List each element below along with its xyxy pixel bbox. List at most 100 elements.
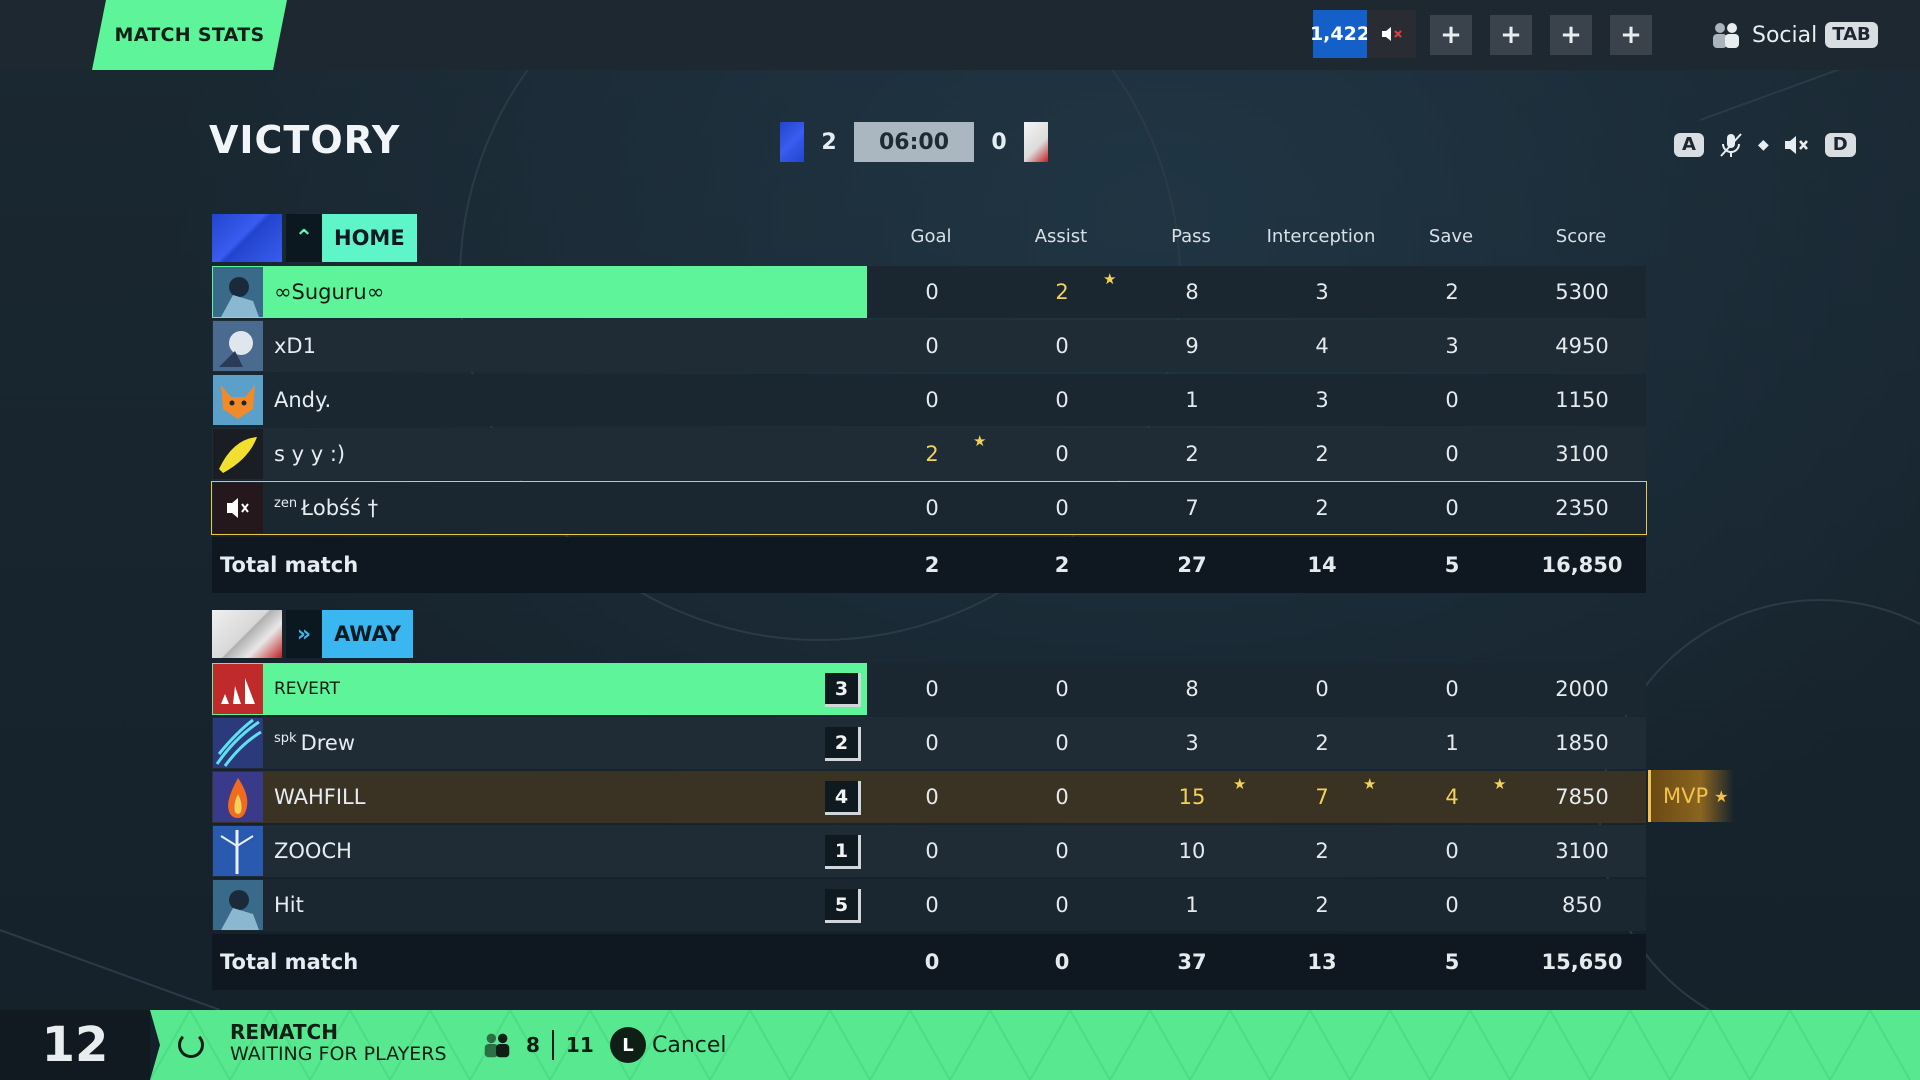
- stat-goal: 0: [925, 839, 939, 863]
- home-team-header: ⌃ HOME: [212, 214, 417, 262]
- match-result-title: VICTORY: [209, 118, 401, 162]
- star-icon: ★: [973, 432, 987, 450]
- avatar: [213, 375, 263, 425]
- player-name-cell: WAHFILL 4: [212, 771, 867, 823]
- stat-goal: 0: [925, 731, 939, 755]
- stat-pass: 7: [1185, 496, 1199, 520]
- mute-icon[interactable]: [1367, 10, 1416, 58]
- player-name-text: Łobśś †: [301, 496, 379, 520]
- players-icon: [484, 1033, 510, 1058]
- social-key-hint: TAB: [1825, 22, 1878, 48]
- total-pass: 37: [1177, 950, 1207, 974]
- table-row[interactable]: s y y :) 2 ★ 0 2 2 0 3100: [212, 428, 1646, 480]
- stat-pass: 10: [1178, 839, 1206, 863]
- total-save: 5: [1444, 950, 1460, 974]
- stat-save: 0: [1445, 839, 1459, 863]
- player-name-cell: Hit 5: [212, 879, 867, 931]
- stat-interception: 2: [1315, 496, 1329, 520]
- total-score: 15,650: [1541, 950, 1623, 974]
- column-header-pass: Pass: [1171, 226, 1211, 247]
- table-row[interactable]: zen Łobśś † 0 0 7 2 0 2350: [211, 481, 1647, 535]
- stat-pass: 8: [1185, 677, 1199, 701]
- rematch-title: REMATCH: [230, 1020, 338, 1044]
- home-team-emblem-icon: ⌃: [286, 214, 322, 262]
- rank-badge: 4: [825, 781, 861, 815]
- stat-assist: 0: [1055, 839, 1069, 863]
- star-icon: ★: [1493, 775, 1507, 793]
- cancel-button[interactable]: L Cancel: [610, 1027, 727, 1063]
- avatar: [213, 664, 263, 714]
- total-count: 11: [565, 1033, 594, 1057]
- player-name-cell: ZOOCH 1: [212, 825, 867, 877]
- stat-assist: 0: [1055, 334, 1069, 358]
- player-count: 8 11: [480, 1030, 594, 1060]
- table-row[interactable]: ZOOCH 1 0 0 10 2 0 3100: [212, 825, 1646, 877]
- table-row-mvp[interactable]: WAHFILL 4 0 0 15 ★ 7 ★ 4 ★ 7850: [212, 771, 1646, 823]
- social-icon: [1713, 23, 1739, 48]
- stat-save: 1: [1445, 731, 1459, 755]
- stat-pass: 1: [1185, 388, 1199, 412]
- stat-interception: 2: [1315, 442, 1329, 466]
- star-icon: ★: [1233, 775, 1247, 793]
- add-slot-button-4[interactable]: +: [1610, 15, 1652, 55]
- stat-save: 0: [1445, 388, 1459, 412]
- total-assist: 2: [1054, 553, 1070, 577]
- player-name: s y y :): [274, 442, 346, 466]
- column-header-score: Score: [1555, 226, 1607, 247]
- player-name: xD1: [274, 334, 316, 358]
- stat-assist: 0: [1055, 496, 1069, 520]
- add-slot-button-3[interactable]: +: [1550, 15, 1592, 55]
- column-header-save: Save: [1428, 226, 1474, 247]
- social-button[interactable]: Social TAB: [1708, 18, 1878, 52]
- stat-assist: 0: [1055, 785, 1069, 809]
- player-name-cell: spk Drew 2: [212, 717, 867, 769]
- stat-save: 0: [1445, 893, 1459, 917]
- mvp-label: MVP: [1663, 784, 1709, 808]
- player-name-cell: s y y :): [212, 428, 867, 480]
- scoreboard: 2 06:00 0: [780, 122, 1048, 162]
- stat-goal: 0: [925, 496, 939, 520]
- table-row[interactable]: Andy. 0 0 1 3 0 1150: [212, 374, 1646, 426]
- avatar: [213, 267, 263, 317]
- player-name: ∞Suguru∞: [274, 280, 385, 304]
- stat-assist: 0: [1055, 731, 1069, 755]
- match-timer: 06:00: [854, 122, 974, 162]
- total-goal: 2: [924, 553, 940, 577]
- table-row[interactable]: REVERT 3 0 0 8 0 0 2000: [212, 663, 1646, 715]
- player-stats: 0 0 9 4 3 4950: [867, 320, 1646, 372]
- player-name: zen Łobśś †: [274, 496, 378, 520]
- player-stats: 0 0 10 2 0 3100: [867, 825, 1646, 877]
- player-stats: 0 0 15 ★ 7 ★ 4 ★ 7850: [867, 771, 1646, 823]
- separator-dot-icon: ◆: [1757, 137, 1769, 153]
- key-hint-a: A: [1674, 133, 1704, 157]
- player-name: Hit: [274, 893, 304, 917]
- player-name: spk Drew: [274, 731, 355, 755]
- away-team-name: AWAY: [322, 610, 413, 658]
- voice-controls: A ◆ D: [1674, 130, 1856, 160]
- player-stats: 0 0 1 3 0 1150: [867, 374, 1646, 426]
- stat-goal: 0: [925, 677, 939, 701]
- avatar: [213, 429, 263, 479]
- mic-muted-icon[interactable]: [1718, 131, 1744, 159]
- stat-goal: 0: [925, 388, 939, 412]
- total-goal: 0: [924, 950, 940, 974]
- away-team-flag-icon: [212, 610, 282, 658]
- home-team-flag-icon: [212, 214, 282, 262]
- away-team-emblem-icon: »: [286, 610, 322, 658]
- avatar: [213, 826, 263, 876]
- player-name-cell: Andy.: [212, 374, 867, 426]
- table-row[interactable]: ∞Suguru∞ 0 2 ★ 8 3 2 5300: [212, 266, 1646, 318]
- player-stats: 0 0 8 0 0 2000: [867, 663, 1646, 715]
- add-slot-button-1[interactable]: +: [1430, 15, 1472, 55]
- tab-match-stats[interactable]: MATCH STATS: [92, 0, 287, 70]
- stat-score: 2350: [1555, 496, 1609, 520]
- speaker-muted-icon[interactable]: [1783, 133, 1811, 157]
- home-flag-icon: [780, 122, 804, 162]
- table-row[interactable]: spk Drew 2 0 0 3 2 1 1850: [212, 717, 1646, 769]
- add-slot-button-2[interactable]: +: [1490, 15, 1532, 55]
- avatar-muted-icon: [213, 483, 263, 533]
- stat-pass: 3: [1185, 731, 1199, 755]
- table-row[interactable]: Hit 5 0 0 1 2 0 850: [212, 879, 1646, 931]
- column-header-interception: Interception: [1266, 226, 1376, 247]
- table-row[interactable]: xD1 0 0 9 4 3 4950: [212, 320, 1646, 372]
